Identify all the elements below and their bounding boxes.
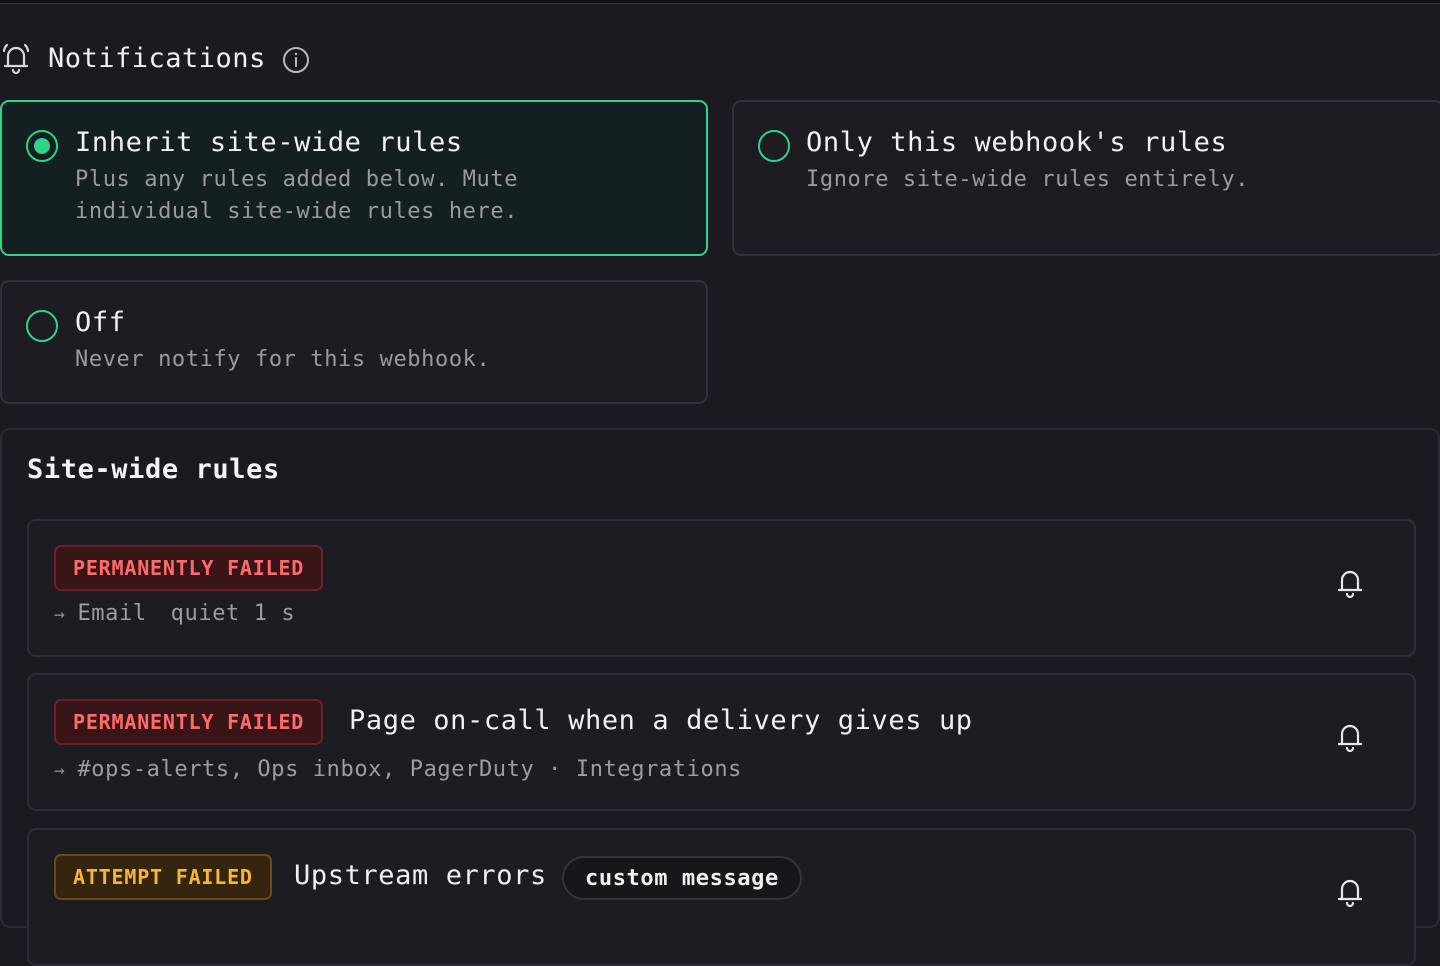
rule-title: Upstream errors [294, 860, 547, 891]
rule-title: Page on-call when a delivery gives up [349, 705, 973, 736]
top-divider [0, 0, 1440, 4]
sitewide-rules-panel: Site-wide rules PERMANENTLY FAILED → Ema… [0, 428, 1440, 966]
mode-description: Never notify for this webhook. [75, 347, 491, 372]
bell-icon[interactable] [1333, 564, 1367, 600]
rule-quiet: quiet 1 s [170, 601, 296, 626]
rule-targets: → #ops-alerts, Ops inbox, PagerDuty · In… [54, 757, 742, 785]
mode-option-off[interactable]: Off Never notify for this webhook. [0, 280, 708, 404]
radio-off[interactable] [26, 310, 58, 342]
panel-title: Site-wide rules [27, 454, 280, 485]
rule-card[interactable]: PERMANENTLY FAILED → Email quiet 1 s [27, 519, 1416, 657]
custom-message-pill: custom message [562, 856, 802, 900]
bell-icon [2, 43, 30, 75]
event-badge: PERMANENTLY FAILED [54, 545, 324, 591]
mode-description-line1: Plus any rules added below. Mute [75, 167, 519, 192]
notifications-header: Notifications [0, 38, 310, 78]
mode-description: Ignore site-wide rules entirely. [806, 167, 1250, 192]
mode-title: Off [75, 307, 126, 338]
radio-inherit[interactable] [26, 130, 58, 162]
arrow-icon: → [54, 604, 66, 625]
event-badge: PERMANENTLY FAILED [54, 699, 324, 745]
mode-description-line2: individual site-wide rules here. [75, 199, 519, 224]
bell-icon[interactable] [1333, 718, 1367, 754]
rule-channel: Email [77, 601, 147, 626]
mode-title: Inherit site-wide rules [75, 127, 463, 158]
radio-only-webhook[interactable] [758, 130, 790, 162]
radio-selected-dot [34, 138, 50, 154]
bell-icon[interactable] [1333, 873, 1367, 909]
rule-card[interactable]: PERMANENTLY FAILED Page on-call when a d… [27, 673, 1416, 811]
mode-option-inherit[interactable]: Inherit site-wide rules Plus any rules a… [0, 100, 708, 256]
section-title: Notifications [48, 42, 266, 74]
arrow-icon: → [54, 760, 66, 781]
event-badge: ATTEMPT FAILED [54, 854, 272, 900]
info-icon[interactable] [282, 46, 310, 74]
mode-option-only-webhook[interactable]: Only this webhook's rules Ignore site-wi… [732, 100, 1440, 256]
mode-title: Only this webhook's rules [806, 127, 1228, 158]
rule-channels: #ops-alerts, Ops inbox, PagerDuty · Inte… [77, 757, 743, 782]
rule-card[interactable]: ATTEMPT FAILED Upstream errors custom me… [27, 828, 1416, 966]
rule-targets: → Email quiet 1 s [54, 601, 295, 629]
